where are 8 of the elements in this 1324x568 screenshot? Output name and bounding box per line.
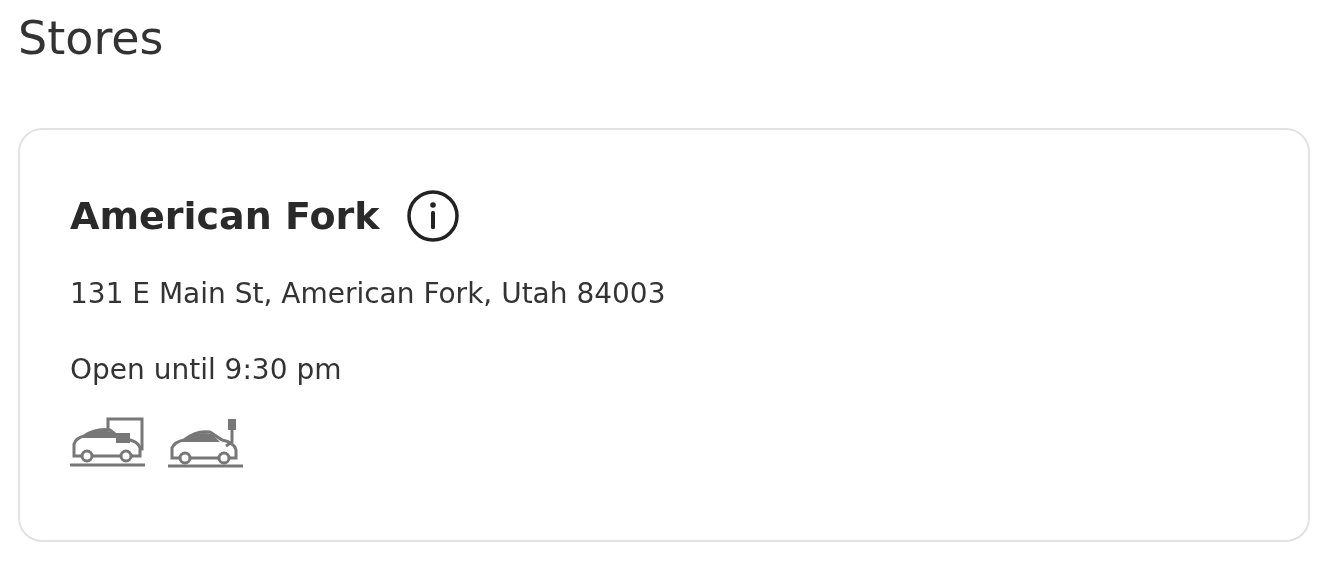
info-icon[interactable]: [405, 189, 460, 243]
drive-up-car-icon: [70, 416, 146, 468]
store-name: American Fork: [70, 194, 380, 238]
page-title: Stores: [18, 10, 165, 67]
store-address: 131 E Main St, American Fork, Utah 84003: [70, 276, 667, 312]
store-card[interactable]: American Fork 131 E Main St, American Fork, Utah 84003 Open until 9:30 pm: [18, 128, 1310, 542]
store-hours: Open until 9:30 pm: [70, 352, 343, 388]
charging-car-icon: [168, 416, 244, 468]
